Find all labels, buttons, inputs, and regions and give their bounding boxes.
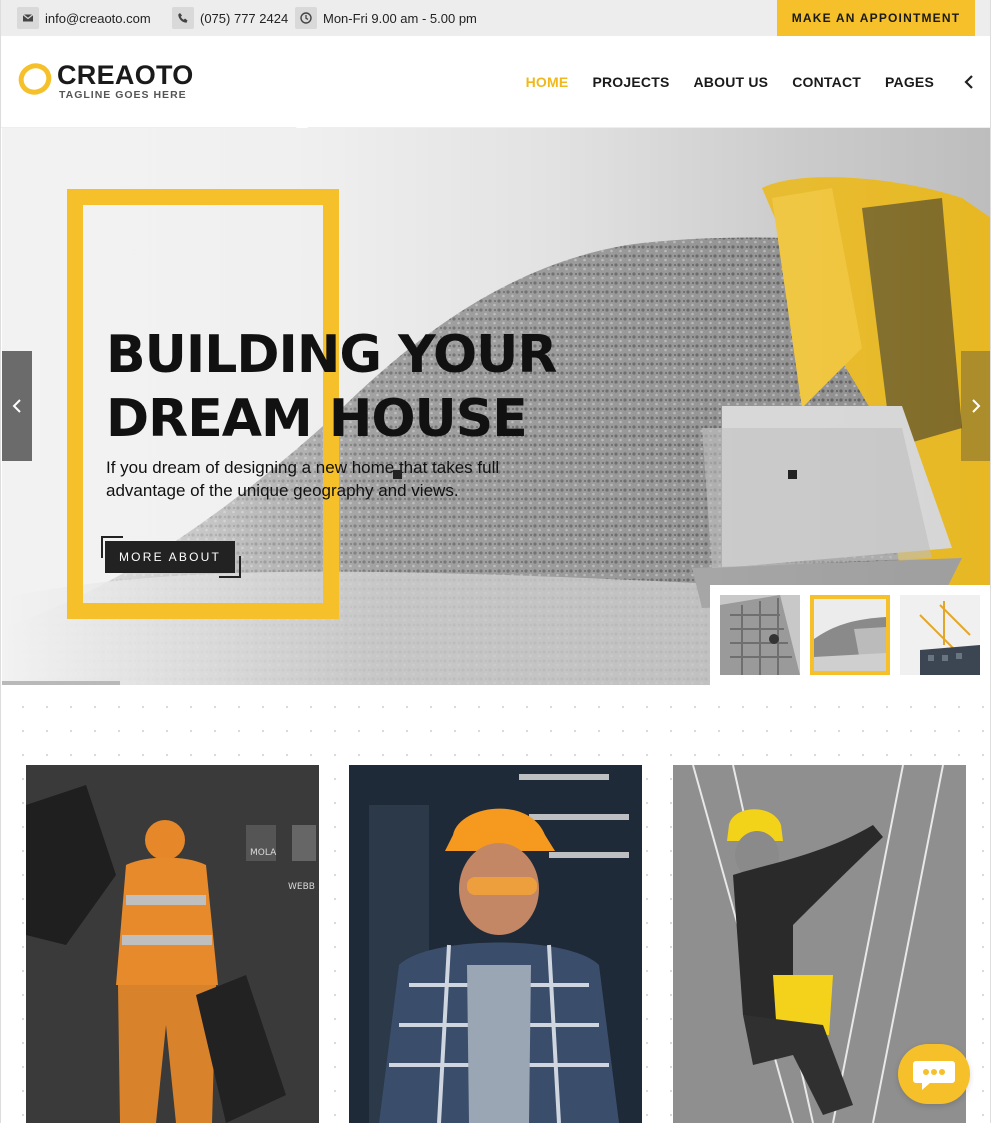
- hours-text: Mon-Fri 9.00 am - 5.00 pm: [323, 10, 477, 26]
- phone-icon: [172, 7, 194, 29]
- svg-text:WEBB: WEBB: [288, 882, 315, 892]
- more-about-button[interactable]: MORE ABOUT: [105, 541, 235, 573]
- logo-mark-icon: [18, 63, 52, 95]
- logo-tagline: TAGLINE GOES HERE: [59, 89, 187, 101]
- worker-photo: [349, 765, 642, 1123]
- thumbnail-cranes[interactable]: [900, 595, 980, 675]
- site-header: CREAOTO TAGLINE GOES HERE HOME PROJECTS …: [1, 36, 990, 134]
- main-nav: HOME PROJECTS ABOUT US CONTACT PAGES: [526, 36, 934, 128]
- slider-next-button[interactable]: [961, 351, 990, 461]
- logo[interactable]: CREAOTO TAGLINE GOES HERE: [17, 60, 193, 101]
- make-appointment-button[interactable]: MAKE AN APPOINTMENT: [777, 0, 975, 36]
- slider-thumbnails: [710, 585, 990, 685]
- email-contact[interactable]: info@creaoto.com: [17, 0, 151, 36]
- hero-title: BUILDING YOUR DREAM HOUSE: [106, 325, 557, 449]
- svg-text:MOLA: MOLA: [250, 848, 277, 858]
- thumbnail-excavator[interactable]: [810, 595, 890, 675]
- nav-item-projects[interactable]: PROJECTS: [592, 74, 669, 90]
- nav-item-pages[interactable]: PAGES: [885, 74, 934, 90]
- clock-icon: [295, 7, 317, 29]
- nav-item-about-us[interactable]: ABOUT US: [694, 74, 769, 90]
- nav-item-contact[interactable]: CONTACT: [792, 74, 861, 90]
- hero-slider: BUILDING YOUR DREAM HOUSE If you dream o…: [2, 128, 990, 685]
- chevron-left-icon[interactable]: [962, 72, 976, 92]
- slider-prev-button[interactable]: [2, 351, 32, 461]
- envelope-icon: [17, 7, 39, 29]
- card-engineer-hardhat[interactable]: [349, 765, 642, 1123]
- hotspot-marker[interactable]: [393, 470, 402, 479]
- hotspot-marker[interactable]: [788, 470, 797, 479]
- top-bar: info@creaoto.com (075) 777 2424 Mon-Fri …: [1, 0, 990, 36]
- logo-name: CREAOTO: [57, 60, 194, 90]
- hours-info: Mon-Fri 9.00 am - 5.00 pm: [295, 0, 477, 36]
- chat-bubble-icon: [913, 1061, 955, 1090]
- hero-subtitle: If you dream of designing a new home tha…: [106, 458, 500, 500]
- chat-button[interactable]: [898, 1044, 970, 1104]
- building-icon: [720, 595, 800, 675]
- email-text: info@creaoto.com: [45, 10, 151, 26]
- nav-item-home[interactable]: HOME: [526, 74, 569, 90]
- chevron-left-icon: [12, 399, 21, 413]
- page: info@creaoto.com (075) 777 2424 Mon-Fri …: [0, 0, 991, 1123]
- chevron-right-icon: [972, 399, 981, 413]
- excavator-icon: [814, 599, 886, 671]
- phone-contact[interactable]: (075) 777 2424: [172, 0, 288, 36]
- worker-photo: MOLA WEBB: [26, 765, 319, 1123]
- thumbnail-climber-building[interactable]: [720, 595, 800, 675]
- more-about-wrapper: MORE ABOUT: [101, 536, 241, 578]
- card-crane-supervisor[interactable]: MOLA WEBB: [26, 765, 319, 1123]
- phone-text: (075) 777 2424: [200, 10, 289, 26]
- crane-icon: [900, 595, 980, 675]
